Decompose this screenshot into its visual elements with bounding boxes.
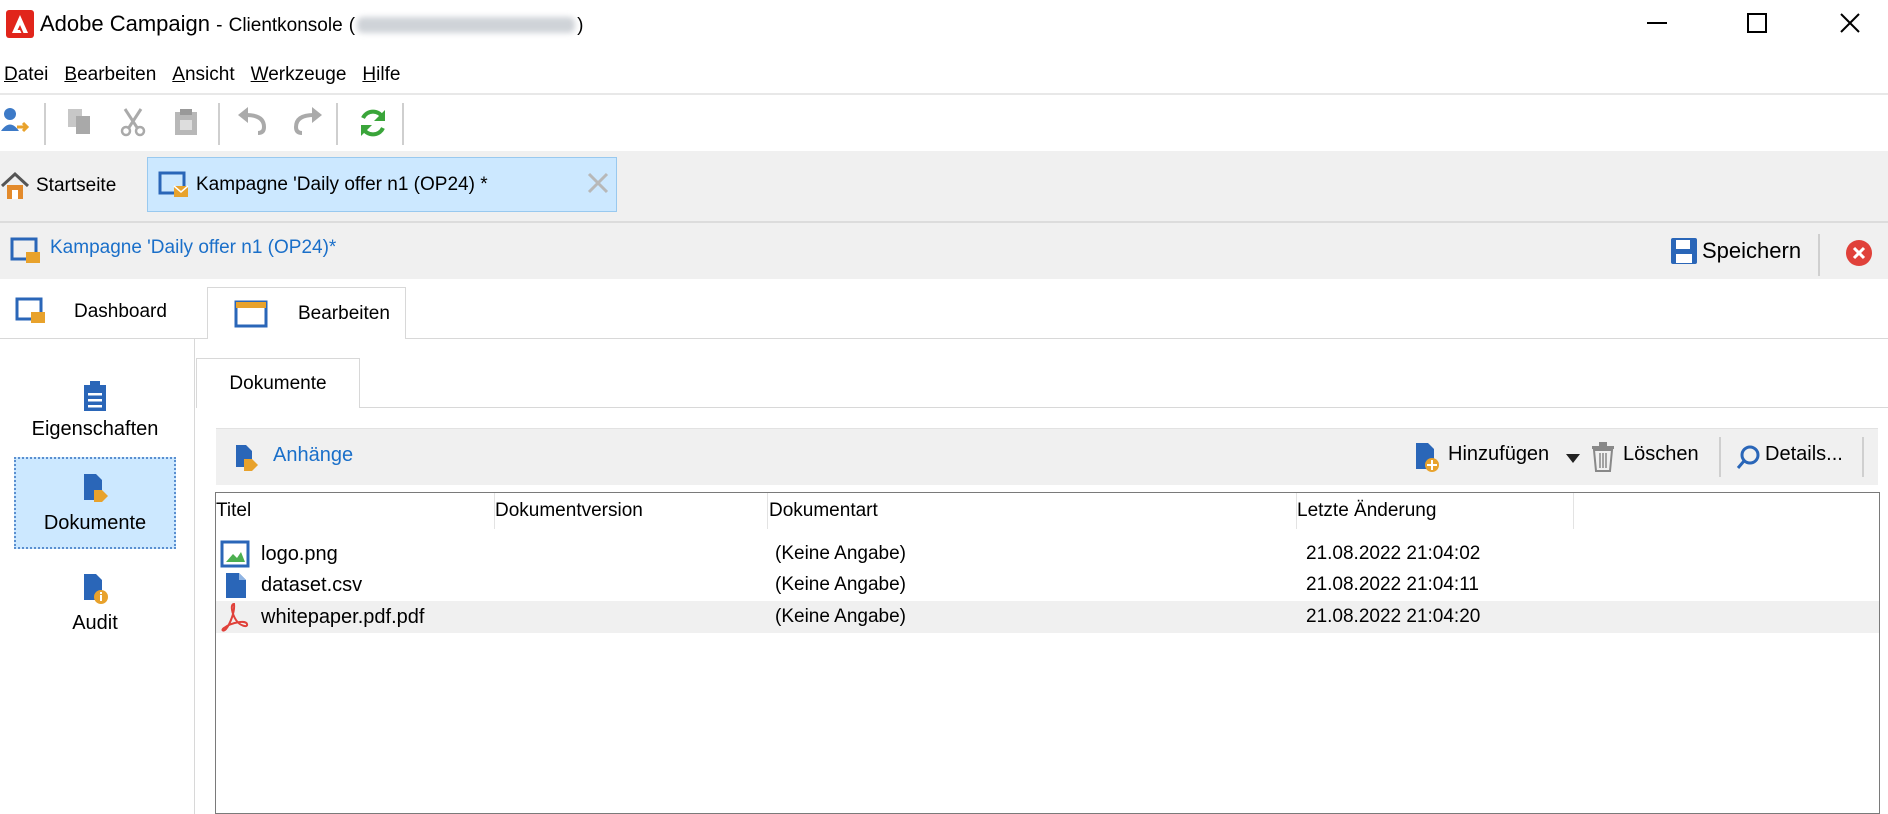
tab-bearbeiten[interactable]: Bearbeiten [207,287,406,339]
document-tag-icon [84,473,108,502]
tab-home-label: Startseite [36,175,117,196]
window-title: Adobe Campaign - Clientkonsole () [40,10,583,40]
delete-button[interactable]: Löschen [1623,443,1699,466]
clipboard-icon [84,380,106,411]
app-name: Adobe Campaign [40,11,211,36]
row-modified: 21.08.2022 21:04:02 [1306,543,1481,564]
nav-eigenschaften-label: Eigenschaften [31,417,159,440]
add-document-icon[interactable] [1412,441,1442,478]
copy-icon[interactable] [66,107,96,142]
home-icon [0,171,30,199]
campaign-header-icon [10,236,44,273]
toolbar-separator [1862,437,1864,477]
tab-campaign[interactable]: Kampagne 'Daily offer n1 (OP24) * [147,157,617,212]
refresh-icon[interactable] [356,106,390,145]
column-header-dokumentart[interactable]: Dokumentart [769,493,878,529]
console-label: Clientkonsole [228,15,343,36]
menu-werkzeuge[interactable]: Werkzeuge [251,64,347,86]
audit-icon [84,573,108,604]
row-title: dataset.csv [261,573,363,596]
campaign-icon [158,170,192,207]
menu-bearbeiten[interactable]: Bearbeiten [64,64,156,86]
tab-startseite[interactable]: Startseite [0,166,116,206]
row-type: (Keine Angabe) [775,543,906,564]
section-label: Anhänge [273,444,354,466]
image-file-icon [220,538,250,570]
table-row[interactable]: logo.png (Keine Angabe) 21.08.2022 21:04… [216,538,1879,570]
column-header-titel[interactable]: Titel [216,493,251,529]
blurred-login [357,17,576,34]
adobe-campaign-logo-icon [6,10,34,38]
documents-grid: Titel Dokumentversion Dokumentart Letzte… [215,492,1880,814]
pdf-file-icon [220,601,250,633]
toolbar [0,93,1888,151]
toolbar-separator [402,103,404,145]
dashboard-icon [15,297,45,323]
column-separator [1573,493,1574,529]
document-file-icon [224,569,248,601]
page-title: Kampagne 'Daily offer n1 (OP24)* [50,237,337,258]
title-separator: - [216,15,223,36]
undo-icon[interactable] [236,107,270,142]
save-button[interactable]: Speichern [1670,234,1801,268]
nav-dokumente[interactable]: Dokumente [14,457,176,549]
tab-edit-label: Bearbeiten [298,302,390,324]
paren-open: ( [348,15,356,36]
chevron-down-icon[interactable] [1566,451,1580,469]
paste-icon[interactable] [172,107,202,142]
row-modified: 21.08.2022 21:04:20 [1306,606,1481,627]
tab-dokumente-label: Dokumente [229,372,327,394]
maximize-button[interactable] [1712,0,1802,46]
nav-dokumente-label: Dokumente [43,511,147,534]
tab-baseline [360,407,1888,408]
column-header-letzte-aenderung[interactable]: Letzte Änderung [1297,493,1436,529]
magnifier-icon[interactable] [1736,444,1762,475]
menu-bar: Datei Bearbeiten Ansicht Werkzeuge Hilfe [0,58,412,92]
trash-icon[interactable] [1590,441,1616,478]
tab-dashboard-label: Dashboard [74,301,167,322]
minimize-button[interactable] [1612,0,1702,46]
edit-form-icon [234,300,268,327]
close-window-button[interactable] [1805,0,1888,46]
table-row[interactable]: dataset.csv (Keine Angabe) 21.08.2022 21… [216,569,1879,601]
toolbar-separator [336,103,338,145]
nav-audit-label: Audit [72,611,118,634]
tab-dashboard[interactable]: Dashboard [0,287,205,337]
details-button[interactable]: Details... [1765,443,1843,466]
logon-icon[interactable] [0,105,30,144]
column-header-dokumentversion[interactable]: Dokumentversion [495,493,643,529]
documents-toolbar: Anhänge Hinzufügen Löschen Details... [216,428,1878,485]
menu-datei[interactable]: Datei [4,64,48,86]
nav-eigenschaften[interactable]: Eigenschaften [14,364,176,456]
menu-hilfe[interactable]: Hilfe [362,64,400,86]
toolbar-separator [44,103,46,145]
row-modified: 21.08.2022 21:04:11 [1306,574,1479,595]
save-icon [1671,238,1697,264]
tab-dokumente[interactable]: Dokumente [196,358,360,408]
menu-ansicht[interactable]: Ansicht [172,64,234,86]
redo-icon[interactable] [290,107,324,142]
cut-icon[interactable] [118,107,148,142]
row-title: logo.png [261,542,338,565]
tab-campaign-label: Kampagne 'Daily offer n1 (OP24) * [196,174,488,195]
toolbar-separator [218,103,220,145]
save-label: Speichern [1702,238,1802,263]
paren-close: ) [577,15,584,36]
row-type: (Keine Angabe) [775,606,906,627]
add-button[interactable]: Hinzufügen [1448,443,1549,466]
row-type: (Keine Angabe) [775,574,906,595]
column-separator [767,493,768,529]
toolbar-separator [1719,437,1721,477]
table-row[interactable]: whitepaper.pdf.pdf (Keine Angabe) 21.08.… [216,601,1879,633]
header-separator [1818,234,1820,276]
close-form-icon[interactable] [1845,239,1873,272]
attachment-icon [232,443,262,478]
nav-audit[interactable]: Audit [14,557,176,649]
tab-close-icon[interactable] [586,171,610,200]
row-title: whitepaper.pdf.pdf [261,605,425,628]
